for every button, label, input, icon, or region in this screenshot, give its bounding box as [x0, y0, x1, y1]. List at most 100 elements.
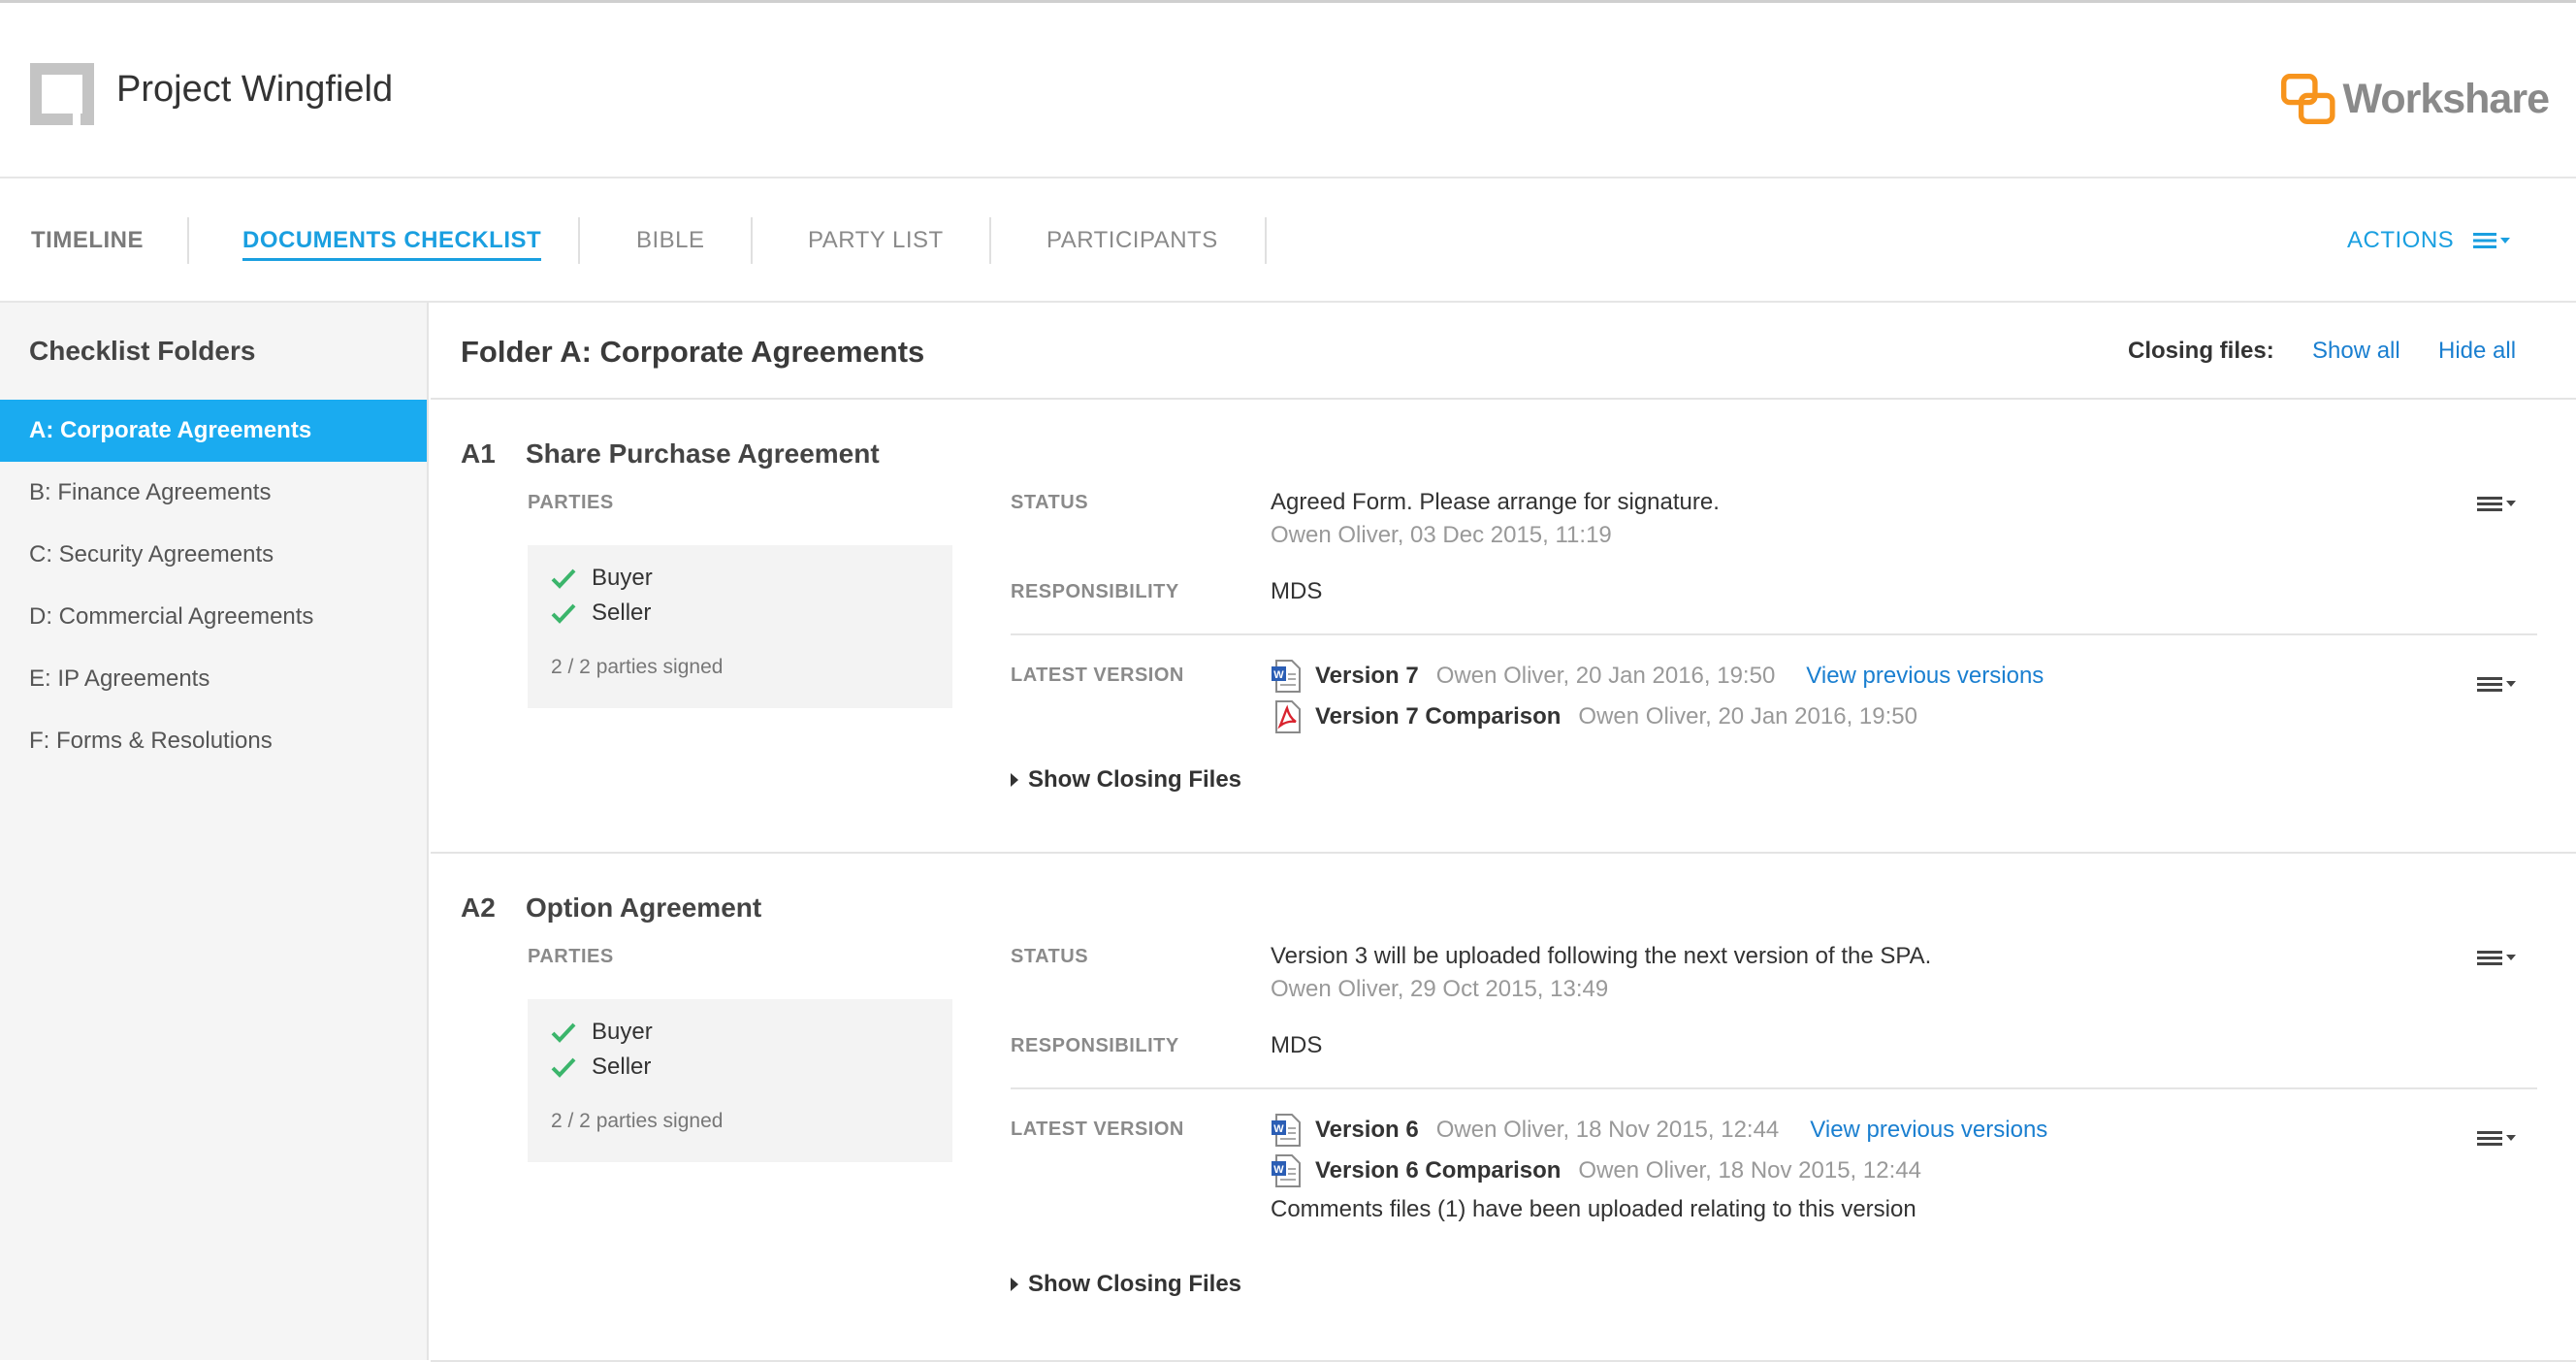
hide-all-link[interactable]: Hide all — [2438, 338, 2516, 365]
page-title: Folder A: Corporate Agreements — [461, 335, 925, 369]
version-row: W Version 6 Owen Oliver, 18 Nov 2015, 12… — [1271, 1114, 2047, 1147]
version-name[interactable]: Version 7 Comparison — [1315, 703, 1561, 730]
checklist-item: A2 Option Agreement PARTIES Buyer Seller… — [431, 854, 2576, 1362]
top-bar: Project Wingfield Workshare — [0, 0, 2576, 178]
party-item: Seller — [551, 600, 651, 627]
status-label: STATUS — [1011, 492, 1089, 513]
expand-arrow-icon — [1011, 1278, 1018, 1291]
status-meta: Owen Oliver, 29 Oct 2015, 13:49 — [1271, 976, 1609, 1002]
view-previous-versions-link[interactable]: View previous versions — [1806, 663, 2044, 690]
version-meta: Owen Oliver, 18 Nov 2015, 12:44 — [1578, 1157, 1921, 1184]
party-name: Buyer — [592, 565, 653, 591]
status-menu-icon[interactable] — [2477, 494, 2520, 513]
version-name[interactable]: Version 6 Comparison — [1315, 1157, 1561, 1184]
version-name[interactable]: Version 6 — [1315, 1117, 1419, 1144]
expand-arrow-icon — [1011, 773, 1018, 787]
tab-divider — [989, 217, 991, 264]
status-meta: Owen Oliver, 03 Dec 2015, 11:19 — [1271, 522, 1612, 548]
actions-menu-button[interactable]: ACTIONS — [2347, 178, 2514, 303]
version-row: W Version 6 Comparison Owen Oliver, 18 N… — [1271, 1154, 1952, 1187]
divider — [1011, 633, 2537, 635]
workshare-logo[interactable]: Workshare — [2281, 69, 2550, 129]
check-icon — [551, 603, 576, 624]
svg-text:W: W — [1273, 669, 1284, 681]
status-label: STATUS — [1011, 946, 1089, 967]
main-tabs: TIMELINE DOCUMENTS CHECKLIST BIBLE PARTY… — [0, 178, 2576, 303]
sidebar-title: Checklist Folders — [29, 336, 256, 366]
latest-version-label: LATEST VERSION — [1011, 1119, 1184, 1140]
sidebar-item-commercial-agreements[interactable]: D: Commercial Agreements — [0, 586, 427, 648]
tab-timeline[interactable]: TIMELINE — [31, 178, 144, 303]
workshare-logo-text: Workshare — [2342, 75, 2550, 122]
project-title: Project Wingfield — [116, 69, 394, 110]
party-name: Seller — [592, 600, 652, 626]
version-menu-icon[interactable] — [2477, 1128, 2520, 1148]
item-title[interactable]: Share Purchase Agreement — [526, 438, 880, 470]
tab-divider — [751, 217, 753, 264]
party-item: Buyer — [551, 565, 653, 592]
check-icon — [551, 568, 576, 589]
version-meta: Owen Oliver, 20 Jan 2016, 19:50 — [1578, 703, 1917, 730]
party-item: Buyer — [551, 1019, 653, 1046]
version-meta: Owen Oliver, 20 Jan 2016, 19:50 — [1435, 663, 1776, 689]
parties-label: PARTIES — [528, 492, 614, 513]
tab-divider — [578, 217, 580, 264]
show-closing-files-toggle[interactable]: Show Closing Files — [1011, 766, 1241, 794]
responsibility-value: MDS — [1271, 578, 1323, 604]
version-meta: Owen Oliver, 18 Nov 2015, 12:44 — [1435, 1117, 1780, 1143]
tab-participants[interactable]: PARTICIPANTS — [1046, 178, 1218, 303]
parties-box: Buyer Seller 2 / 2 parties signed — [528, 545, 952, 708]
closing-files-label: Closing files: — [2128, 338, 2274, 364]
divider — [1011, 1087, 2537, 1089]
version-name[interactable]: Version 7 — [1315, 663, 1419, 690]
show-all-link[interactable]: Show all — [2312, 338, 2400, 365]
parties-signed-count: 2 / 2 parties signed — [551, 1110, 724, 1132]
version-row: W Version 7 Owen Oliver, 20 Jan 2016, 19… — [1271, 660, 2044, 693]
tab-divider — [1265, 217, 1267, 264]
checklist-folders-sidebar: Checklist Folders A: Corporate Agreement… — [0, 303, 429, 1360]
status-text: Version 3 will be uploaded following the… — [1271, 943, 1932, 969]
project-logo-icon — [30, 63, 94, 125]
workshare-logo-icon — [2281, 74, 2335, 124]
folder-header: Folder A: Corporate Agreements Closing f… — [431, 303, 2576, 400]
parties-box: Buyer Seller 2 / 2 parties signed — [528, 999, 952, 1162]
word-doc-icon: W — [1272, 1154, 1301, 1187]
word-doc-icon: W — [1272, 660, 1301, 693]
checklist-item: A1 Share Purchase Agreement PARTIES Buye… — [431, 400, 2576, 854]
pdf-doc-icon — [1275, 700, 1301, 733]
sidebar-item-finance-agreements[interactable]: B: Finance Agreements — [0, 462, 427, 524]
version-menu-icon[interactable] — [2477, 674, 2520, 694]
tab-party-list[interactable]: PARTY LIST — [808, 178, 944, 303]
tab-bible[interactable]: BIBLE — [636, 178, 705, 303]
word-doc-icon: W — [1272, 1114, 1301, 1147]
show-closing-files-label: Show Closing Files — [1028, 1271, 1242, 1297]
responsibility-label: RESPONSIBILITY — [1011, 1035, 1179, 1056]
item-title[interactable]: Option Agreement — [526, 892, 761, 924]
party-name: Seller — [592, 1054, 652, 1080]
comments-note: Comments files (1) have been uploaded re… — [1271, 1196, 1916, 1222]
sidebar-item-ip-agreements[interactable]: E: IP Agreements — [0, 648, 427, 710]
responsibility-value: MDS — [1271, 1032, 1323, 1058]
menu-dropdown-icon — [2473, 231, 2514, 250]
main-content: Folder A: Corporate Agreements Closing f… — [431, 303, 2576, 1362]
parties-label: PARTIES — [528, 946, 614, 967]
show-closing-files-label: Show Closing Files — [1028, 766, 1242, 793]
status-menu-icon[interactable] — [2477, 948, 2520, 967]
check-icon — [551, 1022, 576, 1043]
parties-signed-count: 2 / 2 parties signed — [551, 656, 724, 678]
sidebar-item-forms-resolutions[interactable]: F: Forms & Resolutions — [0, 710, 427, 772]
tab-documents-checklist[interactable]: DOCUMENTS CHECKLIST — [242, 178, 542, 303]
svg-text:W: W — [1273, 1123, 1284, 1135]
sidebar-item-security-agreements[interactable]: C: Security Agreements — [0, 524, 427, 586]
version-row: Version 7 Comparison Owen Oliver, 20 Jan… — [1271, 700, 1948, 733]
item-number: A1 — [461, 438, 496, 469]
sidebar-item-corporate-agreements[interactable]: A: Corporate Agreements — [0, 400, 427, 462]
item-number: A2 — [461, 892, 496, 923]
check-icon — [551, 1057, 576, 1078]
show-closing-files-toggle[interactable]: Show Closing Files — [1011, 1271, 1241, 1298]
svg-text:W: W — [1273, 1164, 1284, 1176]
tab-divider — [187, 217, 189, 264]
actions-label: ACTIONS — [2347, 227, 2455, 253]
responsibility-label: RESPONSIBILITY — [1011, 581, 1179, 602]
view-previous-versions-link[interactable]: View previous versions — [1810, 1117, 2047, 1144]
